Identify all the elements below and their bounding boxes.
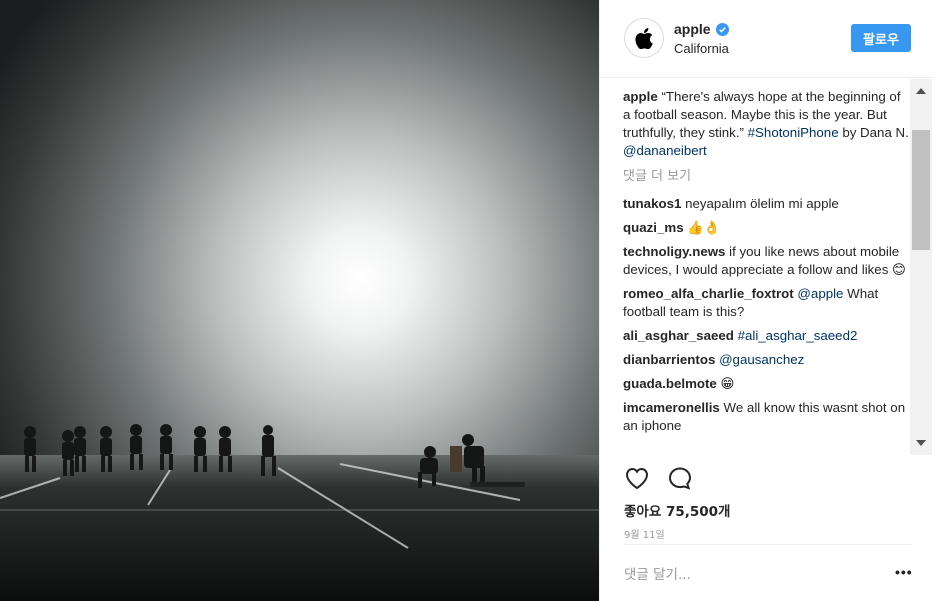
- add-comment-input[interactable]: 댓글 달기...: [624, 563, 691, 583]
- comment-username[interactable]: guada.belmote: [623, 376, 717, 391]
- avatar[interactable]: [624, 18, 664, 58]
- comment-items: tunakos1 neyapalım ölelim mi apple quazi_…: [623, 195, 911, 435]
- scroll-up-arrow-icon[interactable]: [916, 88, 926, 94]
- comment-item: guada.belmote 😁: [623, 375, 911, 393]
- comment-link[interactable]: @gausanchez: [719, 352, 804, 367]
- post-photo-image: [0, 0, 599, 601]
- caption: apple “There's always hope at the beginn…: [623, 88, 911, 160]
- post-side-panel: apple California 팔로우 apple “There's alwa…: [599, 0, 935, 601]
- divider: [624, 544, 912, 545]
- apple-logo-icon: [635, 27, 653, 49]
- caption-username[interactable]: apple: [623, 89, 658, 104]
- comment-item: technoligy.news if you like news about m…: [623, 243, 911, 279]
- comment-link[interactable]: @apple: [797, 286, 843, 301]
- post-photo[interactable]: [0, 0, 599, 601]
- account-name-row: apple: [674, 21, 729, 37]
- likes-count[interactable]: 좋아요 75,500개: [624, 500, 730, 520]
- account-username[interactable]: apple: [674, 21, 711, 37]
- comment-link[interactable]: #ali_asghar_saeed2: [738, 328, 858, 343]
- account-info: apple California: [674, 21, 729, 56]
- comments-list: apple “There's always hope at the beginn…: [623, 88, 911, 456]
- post-actions: [624, 466, 693, 492]
- follow-button[interactable]: 팔로우: [851, 24, 911, 52]
- comment-text: 😁: [720, 376, 735, 391]
- caption-mention[interactable]: @dananeibert: [623, 143, 707, 158]
- instagram-post-modal: apple California 팔로우 apple “There's alwa…: [0, 0, 935, 601]
- comment-item: ali_asghar_saeed #ali_asghar_saeed2: [623, 327, 911, 345]
- caption-hashtag[interactable]: #ShotoniPhone: [748, 125, 839, 140]
- comment-username[interactable]: technoligy.news: [623, 244, 725, 259]
- comment-username[interactable]: romeo_alfa_charlie_foxtrot: [623, 286, 794, 301]
- comment-username[interactable]: tunakos1: [623, 196, 681, 211]
- post-date[interactable]: 9월 11일: [624, 526, 665, 541]
- comment-item: tunakos1 neyapalım ölelim mi apple: [623, 195, 911, 213]
- comment-item: imcameronellis We all know this wasnt sh…: [623, 399, 911, 435]
- account-location[interactable]: California: [674, 41, 729, 56]
- comment-text: 👍👌: [687, 220, 721, 235]
- comment-item: dianbarrientos @gausanchez: [623, 351, 911, 369]
- heart-icon[interactable]: [624, 466, 650, 490]
- comment-text: neyapalım ölelim mi apple: [685, 196, 839, 211]
- comment-item: romeo_alfa_charlie_foxtrot @apple What f…: [623, 285, 911, 321]
- comment-bubble-icon[interactable]: [667, 466, 693, 490]
- scroll-down-arrow-icon[interactable]: [916, 440, 926, 446]
- view-more-comments-link[interactable]: 댓글 더 보기: [623, 168, 911, 186]
- comment-username[interactable]: imcameronellis: [623, 400, 720, 415]
- caption-by: by Dana N.: [842, 125, 909, 140]
- verified-badge-icon: [715, 22, 729, 36]
- comment-item: quazi_ms 👍👌: [623, 219, 911, 237]
- comment-username[interactable]: ali_asghar_saeed: [623, 328, 734, 343]
- post-header: apple California 팔로우: [600, 0, 935, 78]
- scroll-thumb[interactable]: [912, 130, 930, 250]
- more-options-button[interactable]: •••: [895, 564, 913, 580]
- comment-username[interactable]: dianbarrientos: [623, 352, 715, 367]
- comments-scrollbar[interactable]: [910, 79, 932, 455]
- comment-username[interactable]: quazi_ms: [623, 220, 684, 235]
